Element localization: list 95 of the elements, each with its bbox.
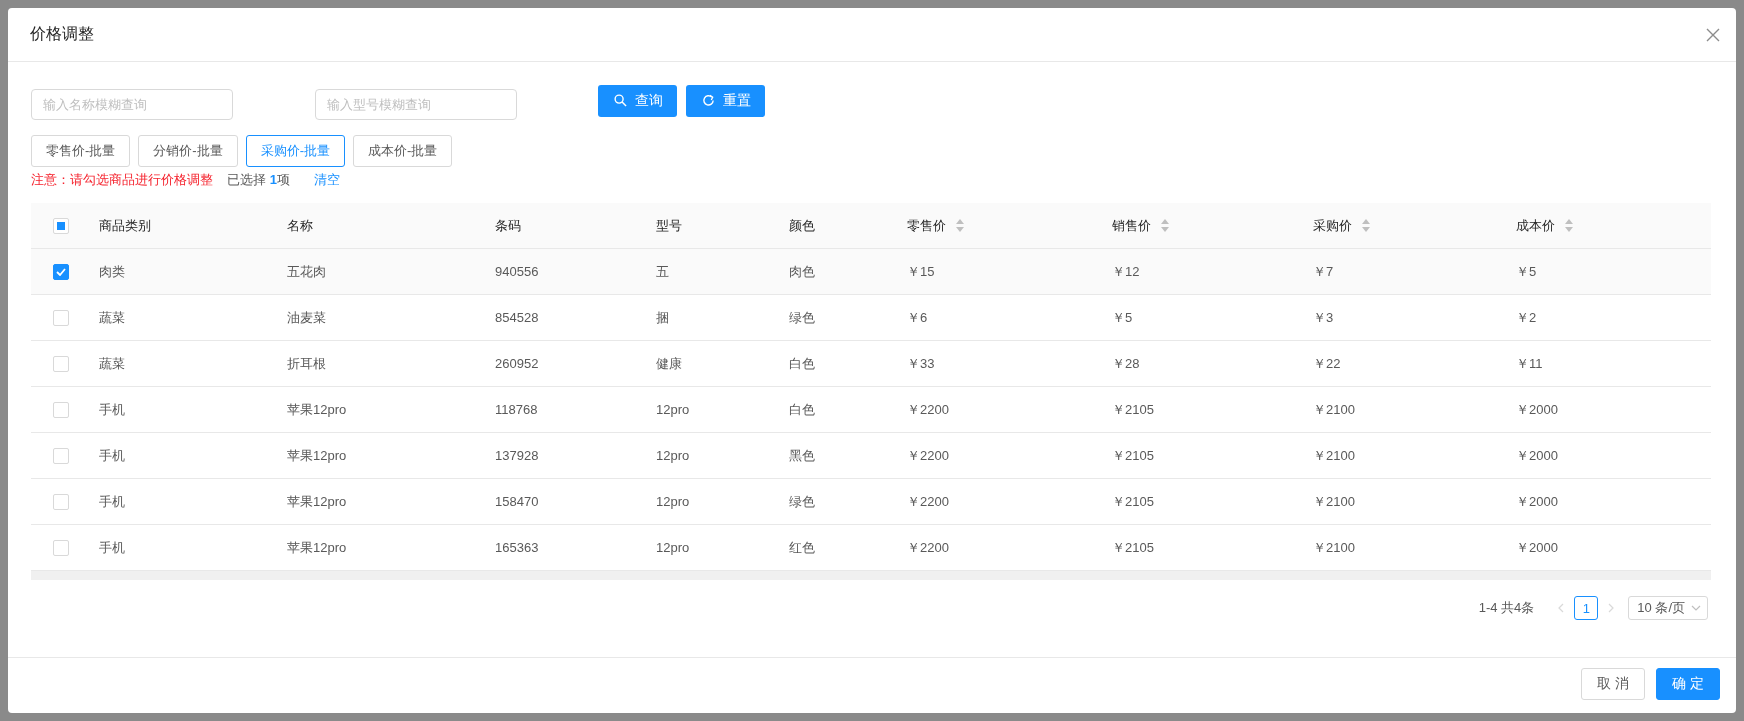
table-cell-text: 苹果12pro xyxy=(287,400,348,419)
dialog-title: 价格调整 xyxy=(30,24,94,44)
table-cell-text: 苹果12pro xyxy=(287,492,348,511)
table-cell-text: 940556 xyxy=(495,264,540,279)
table-cell-text: ￥33 xyxy=(907,354,936,373)
table-cell-text: ￥2 xyxy=(1516,308,1538,327)
pagination-total: 1-4 共4条 xyxy=(1478,599,1535,617)
table-cell-text: 137928 xyxy=(495,448,540,463)
table-cell-text: 黑色 xyxy=(789,446,816,465)
table-cell-text: ￥2105 xyxy=(1112,446,1155,465)
search-field[interactable]: 输入名称模糊查询 xyxy=(31,88,233,120)
column-header: 商品类别 xyxy=(99,216,151,235)
table-cell-text: 手机 xyxy=(99,538,126,557)
table-cell-text: 854528 xyxy=(495,310,540,325)
batch-button[interactable]: 成本价-批量 xyxy=(353,135,453,167)
sort-icon xyxy=(1565,219,1573,232)
column-header: 型号 xyxy=(656,216,682,235)
table-cell-text: ￥2100 xyxy=(1313,400,1356,419)
table-cell-text: ￥2000 xyxy=(1516,400,1559,419)
chevron-down-icon xyxy=(1691,605,1701,611)
table-cell-text: ￥22 xyxy=(1313,354,1342,373)
table-cell-text: 苹果12pro xyxy=(287,446,348,465)
sort-icon xyxy=(1362,219,1370,232)
table-cell-text: 油麦菜 xyxy=(287,308,327,327)
table-cell-text: 肉类 xyxy=(99,262,126,281)
row-checkbox[interactable] xyxy=(53,263,69,280)
table-cell-text: ￥12 xyxy=(1112,262,1141,281)
selection-count: 已选择 1项 xyxy=(227,171,290,189)
sort-icon xyxy=(1161,219,1169,232)
cancel-button[interactable]: 取 消 xyxy=(1581,668,1645,700)
table-cell-text: 白色 xyxy=(789,354,816,373)
table-cell-text: 捆 xyxy=(656,308,670,327)
column-header: 颜色 xyxy=(789,216,815,235)
table-cell-text: 12pro xyxy=(656,540,691,555)
table-cell-text: 12pro xyxy=(656,494,691,509)
table-cell-text: 白色 xyxy=(789,400,816,419)
table-cell-text: ￥5 xyxy=(1516,262,1538,281)
table-cell-text: ￥2000 xyxy=(1516,492,1559,511)
page-size-select[interactable]: 10 条/页 xyxy=(1628,596,1708,620)
table-cell-text: ￥2000 xyxy=(1516,538,1559,557)
table-cell-text: 260952 xyxy=(495,356,540,371)
table-cell-text: ￥2105 xyxy=(1112,492,1155,511)
table-cell-text: 五花肉 xyxy=(287,262,327,281)
table-cell-text: ￥6 xyxy=(907,308,929,327)
table-cell-text: 158470 xyxy=(495,494,540,509)
table-cell-text: ￥28 xyxy=(1112,354,1141,373)
table-cell-text: 165363 xyxy=(495,540,540,555)
close-icon xyxy=(1706,27,1720,42)
batch-button[interactable]: 分销价-批量 xyxy=(138,135,238,167)
sortable-column-header[interactable]: 成本价 xyxy=(1516,216,1573,235)
table-cell-text: ￥11 xyxy=(1516,354,1544,373)
table-cell-text: 折耳根 xyxy=(287,354,327,373)
table-cell-text: 健康 xyxy=(656,354,683,373)
table-cell-text: 12pro xyxy=(656,448,691,463)
close-button[interactable] xyxy=(1706,27,1720,42)
table-cell-text: 手机 xyxy=(99,446,126,465)
table-cell-text: ￥2200 xyxy=(907,446,950,465)
table-cell-text: 五 xyxy=(656,262,670,281)
search-icon xyxy=(614,94,627,107)
warning-text: 注意：请勾选商品进行价格调整 xyxy=(31,171,213,189)
sortable-column-header[interactable]: 零售价 xyxy=(907,216,964,235)
column-header: 条码 xyxy=(495,216,521,235)
table-cell-text: ￥2100 xyxy=(1313,492,1356,511)
table-cell-text: 苹果12pro xyxy=(287,538,348,557)
table-cell-text: ￥2100 xyxy=(1313,446,1356,465)
table-cell-text: ￥7 xyxy=(1313,262,1335,281)
table-cell-text: ￥15 xyxy=(907,262,936,281)
table-cell-text: 蔬菜 xyxy=(99,308,126,327)
table-cell-text: 手机 xyxy=(99,400,126,419)
batch-button[interactable]: 零售价-批量 xyxy=(31,135,131,167)
checkmark-icon xyxy=(56,267,66,276)
table-cell-text: 手机 xyxy=(99,492,126,511)
select-all-checkbox[interactable] xyxy=(53,217,69,234)
reload-icon xyxy=(702,94,715,107)
sort-icon xyxy=(956,219,964,232)
sortable-column-header[interactable]: 采购价 xyxy=(1313,216,1370,235)
table-cell-text: 肉色 xyxy=(789,262,816,281)
table-cell-text: ￥2200 xyxy=(907,400,950,419)
table-cell-text: ￥2105 xyxy=(1112,400,1155,419)
table-cell-text: 118768 xyxy=(495,402,539,417)
table-cell-text: ￥2105 xyxy=(1112,538,1155,557)
table-cell-text: ￥5 xyxy=(1112,308,1134,327)
search-field[interactable]: 输入型号模糊查询 xyxy=(315,88,517,120)
table-cell-text: 红色 xyxy=(789,538,816,557)
table-cell-text: ￥2200 xyxy=(907,538,950,557)
table-cell-text: 12pro xyxy=(656,402,691,417)
table-cell-text: ￥2200 xyxy=(907,492,950,511)
table-cell-text: ￥2100 xyxy=(1313,538,1356,557)
sortable-column-header[interactable]: 销售价 xyxy=(1112,216,1169,235)
column-header: 名称 xyxy=(287,216,313,235)
table-cell-text: 蔬菜 xyxy=(99,354,126,373)
table-cell-text: 绿色 xyxy=(789,308,816,327)
table-cell-text: ￥3 xyxy=(1313,308,1335,327)
table-cell-text: ￥2000 xyxy=(1516,446,1559,465)
table-cell-text: 绿色 xyxy=(789,492,816,511)
